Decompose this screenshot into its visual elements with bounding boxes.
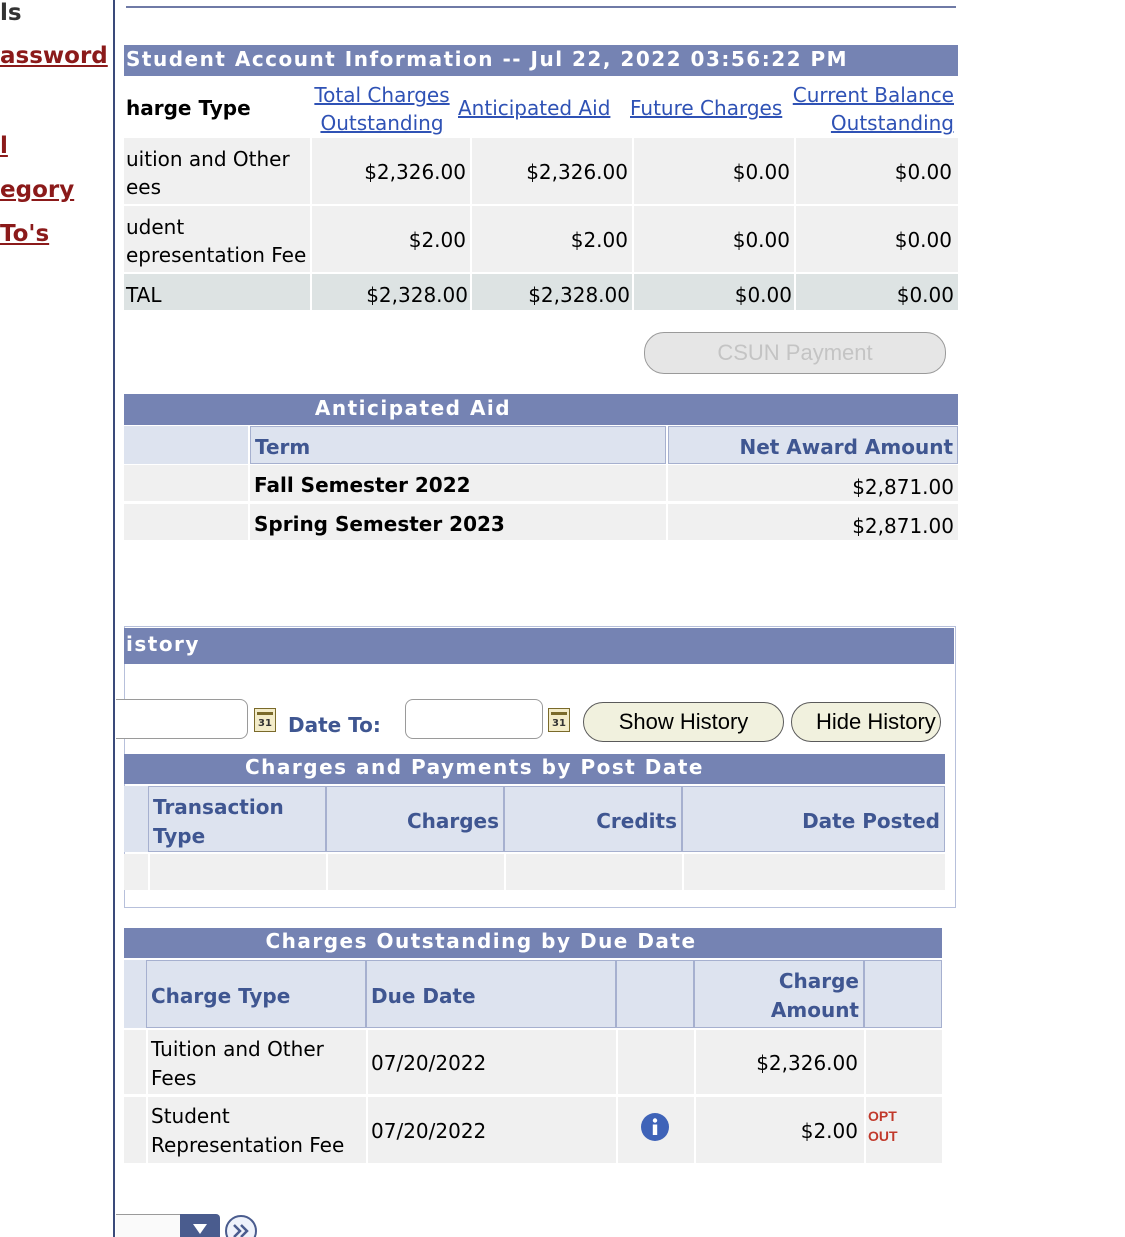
history-title-bar: istory	[124, 628, 954, 664]
col-charge-type: harge Type	[126, 96, 251, 120]
calendar-icon[interactable]: 31	[254, 708, 276, 732]
nav-link-howtos[interactable]: To's	[0, 221, 49, 247]
account-total-label: TAL	[126, 283, 162, 307]
post-col-date: Date Posted	[682, 786, 945, 852]
nav-divider	[113, 0, 115, 1237]
account-row-balance: $0.00	[894, 228, 952, 252]
calendar-icon[interactable]: 31	[548, 708, 570, 732]
nav-link-password[interactable]: assword	[0, 43, 108, 69]
account-total-future: $0.00	[734, 283, 792, 307]
top-rule	[126, 6, 956, 8]
aid-col-amount: Net Award Amount	[668, 426, 958, 464]
account-row-future: $0.00	[732, 228, 790, 252]
account-row-label: uition and Other ees	[126, 147, 290, 199]
nav-link-category[interactable]: egory	[0, 177, 74, 203]
col-anticipated-aid[interactable]: Anticipated Aid	[458, 96, 610, 120]
aid-amount: $2,871.00	[852, 475, 954, 499]
post-col-credits: Credits	[504, 786, 682, 852]
due-col-optout	[864, 960, 942, 1028]
nav-link-l[interactable]: l	[0, 133, 8, 159]
account-row-balance: $0.00	[894, 160, 952, 184]
csun-payment-button[interactable]: CSUN Payment	[644, 332, 946, 374]
main-content: Student Account Information -- Jul 22, 2…	[116, 0, 1125, 1237]
aid-term: Fall Semester 2022	[254, 473, 471, 497]
due-col-type: Charge Type	[146, 960, 366, 1028]
due-row-type: Tuition and Other Fees	[151, 1037, 324, 1090]
due-row-type: Student Representation Fee	[151, 1104, 345, 1157]
date-from-input[interactable]	[116, 699, 248, 739]
account-title-bar: Student Account Information -- Jul 22, 2…	[124, 45, 958, 76]
due-table-title: Charges Outstanding by Due Date	[124, 928, 942, 958]
show-history-button[interactable]: Show History	[583, 702, 784, 742]
col-current-balance[interactable]: Current Balance Outstanding	[792, 82, 954, 138]
account-total-charges: $2,328.00	[366, 283, 468, 307]
nav-heading: ls	[0, 0, 22, 26]
account-row-aid: $2.00	[570, 228, 628, 252]
account-total-balance: $0.00	[896, 283, 954, 307]
left-navigation: ls assword l egory To's	[0, 0, 113, 1237]
col-total-charges[interactable]: Total Charges Outstanding	[312, 82, 452, 138]
account-row-label: udent epresentation Fee	[126, 215, 307, 267]
date-to-input[interactable]	[405, 699, 543, 739]
post-empty-row	[124, 854, 945, 890]
aid-term: Spring Semester 2023	[254, 512, 505, 536]
post-col-charges: Charges	[326, 786, 504, 852]
dropdown-arrow-icon[interactable]	[180, 1214, 220, 1237]
due-row-date: 07/20/2022	[371, 1051, 487, 1075]
aid-col-term: Term	[250, 426, 666, 464]
post-col-type: Transaction Type	[148, 786, 326, 852]
due-col-date: Due Date	[366, 960, 616, 1028]
double-chevron-right-icon[interactable]	[224, 1214, 258, 1237]
due-col-amount: Charge Amount	[694, 960, 864, 1028]
due-col-info	[616, 960, 694, 1028]
account-row-total: $2.00	[408, 228, 466, 252]
post-table-title: Charges and Payments by Post Date	[124, 754, 945, 784]
hide-history-button[interactable]: Hide History	[791, 702, 941, 742]
aid-amount: $2,871.00	[852, 514, 954, 538]
due-row-amount: $2.00	[800, 1119, 858, 1143]
account-row-future: $0.00	[732, 160, 790, 184]
due-row-date: 07/20/2022	[371, 1119, 487, 1143]
account-row-aid: $2,326.00	[526, 160, 628, 184]
account-row-total: $2,326.00	[364, 160, 466, 184]
info-icon[interactable]	[640, 1112, 670, 1142]
date-to-label: Date To:	[288, 713, 381, 737]
opt-out-link[interactable]: OPT OUT	[868, 1106, 938, 1146]
aid-title-bar: Anticipated Aid	[124, 394, 958, 425]
due-row-amount: $2,326.00	[756, 1051, 858, 1075]
col-future-charges[interactable]: Future Charges	[630, 96, 782, 120]
account-total-aid: $2,328.00	[528, 283, 630, 307]
